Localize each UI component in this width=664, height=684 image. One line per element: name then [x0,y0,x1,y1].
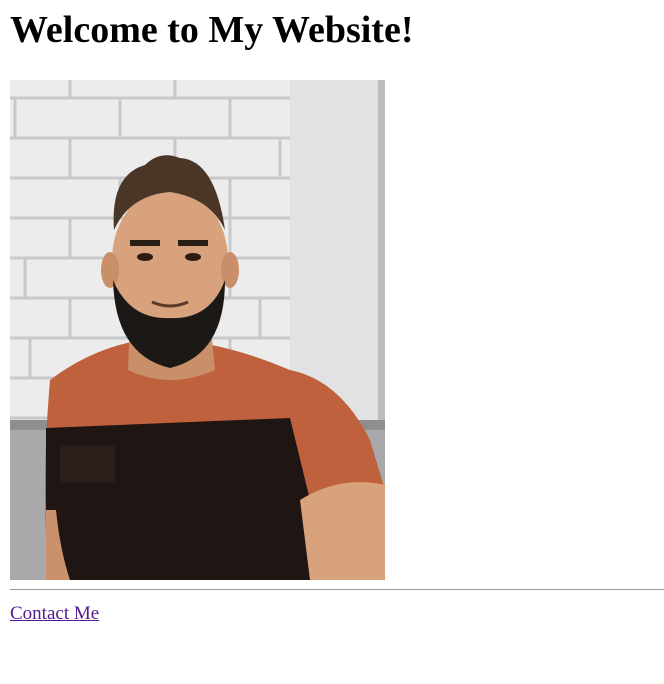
divider [10,589,664,590]
portrait-photo-icon [10,80,385,580]
page-title: Welcome to My Website! [10,9,414,51]
contact-me-link[interactable]: Contact Me [10,602,99,626]
profile-photo [10,80,385,580]
